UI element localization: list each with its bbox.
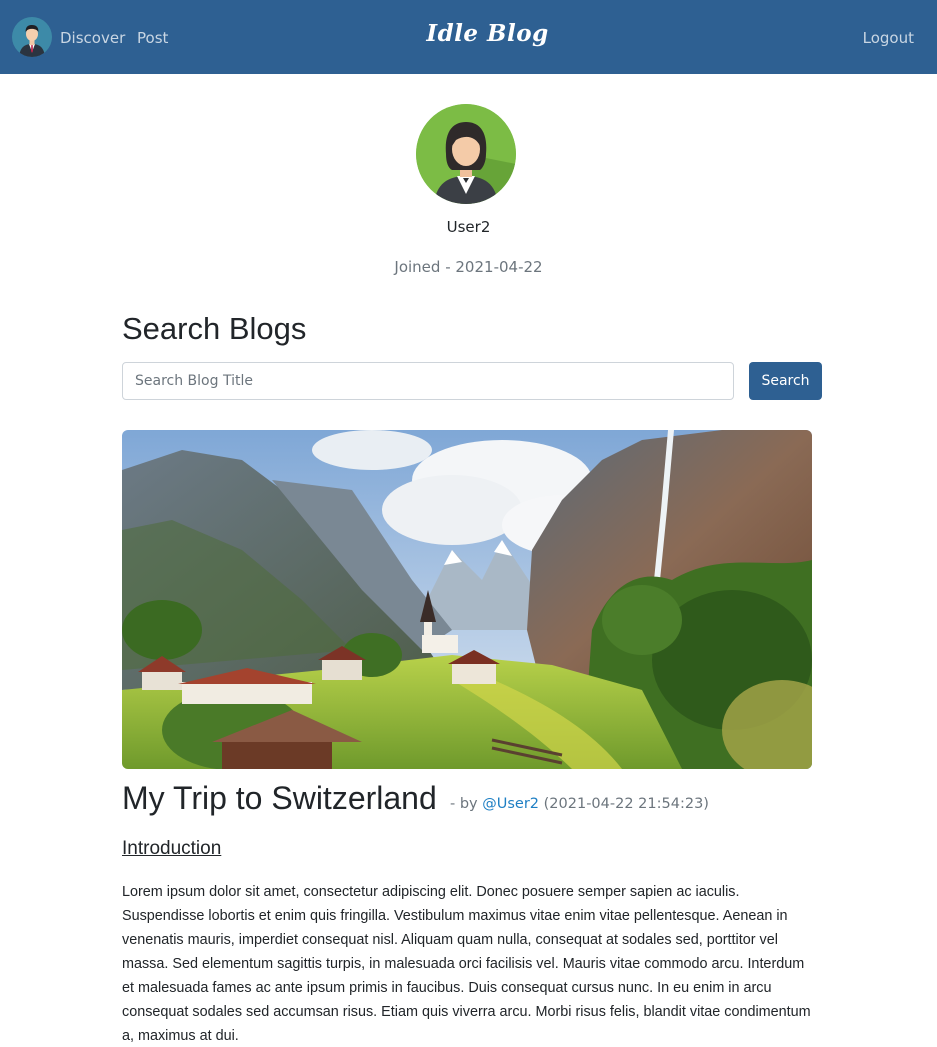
post-section-heading: Introduction [122, 838, 222, 859]
post-body-text: Lorem ipsum dolor sit amet, consectetur … [122, 884, 811, 1044]
post-meta: - by @User2 (2021-04-22 21:54:23) [450, 796, 709, 812]
switzerland-landscape-image [122, 430, 812, 769]
post-timestamp: (2021-04-22 21:54:23) [543, 796, 709, 812]
logout-link[interactable]: Logout [863, 28, 914, 48]
navbar: Discover Post Idle Blog Logout [0, 0, 937, 74]
post-cover-image[interactable] [122, 430, 812, 769]
search-button[interactable]: Search [749, 362, 822, 400]
post-title[interactable]: My Trip to Switzerland [122, 780, 437, 817]
avatar-woman-icon [416, 104, 516, 204]
brand-logo[interactable]: Idle Blog [0, 20, 937, 47]
joined-date: 2021-04-22 [455, 258, 543, 276]
post-author-link[interactable]: @User2 [482, 796, 539, 812]
profile-avatar [416, 104, 516, 204]
search-input[interactable] [122, 362, 734, 400]
search-heading: Search Blogs [122, 311, 307, 346]
profile-username: User2 [446, 218, 491, 236]
joined-prefix: Joined - [394, 258, 456, 276]
post-by-prefix: - by [450, 796, 483, 812]
profile-joined: Joined - 2021-04-22 [0, 258, 937, 276]
